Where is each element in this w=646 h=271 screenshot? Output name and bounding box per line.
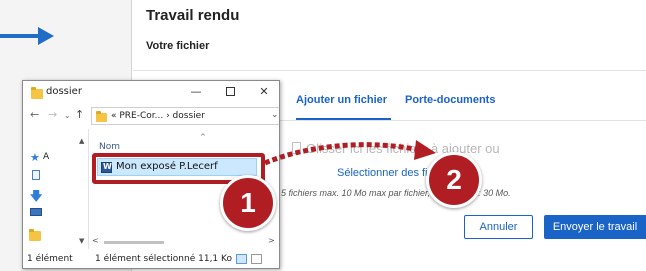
maximize-button[interactable] <box>215 83 245 101</box>
arrow-right-icon <box>0 27 54 45</box>
details-view-icon[interactable] <box>236 254 247 264</box>
step-1-badge: 1 <box>220 175 276 231</box>
large-icons-view-icon[interactable] <box>251 254 262 264</box>
scroll-thumb[interactable] <box>104 241 164 244</box>
back-arrow-icon[interactable]: ← <box>30 108 39 121</box>
horizontal-scrollbar[interactable]: < > <box>90 236 279 248</box>
folder-icon <box>31 87 43 99</box>
close-button[interactable]: ✕ <box>249 83 279 101</box>
document-icon <box>292 142 301 154</box>
quick-access-label[interactable]: A <box>43 152 49 162</box>
star-icon[interactable]: ★ <box>30 151 40 164</box>
name-column-header[interactable]: Nom <box>99 142 120 152</box>
download-arrow-icon[interactable]: 🡇 <box>30 187 42 208</box>
scroll-up-icon[interactable]: ▲ <box>79 137 84 145</box>
divider <box>133 70 646 71</box>
forward-arrow-icon[interactable]: → <box>48 108 57 121</box>
up-arrow-icon[interactable]: ↑ <box>75 108 84 121</box>
page-title: Travail rendu <box>146 7 240 24</box>
tab-document-folder[interactable]: Porte-documents <box>405 94 495 106</box>
drop-zone-text[interactable]: Glisser ici les fichiers à ajouter ou <box>292 141 500 156</box>
status-bar: 1 élément 1 élément sélectionné 11,1 Ko <box>23 251 279 268</box>
step-2-badge: 2 <box>426 152 482 208</box>
maximize-icon <box>225 87 235 96</box>
section-title: Votre fichier <box>146 40 210 52</box>
scroll-right-icon[interactable]: > <box>268 236 275 245</box>
address-path: « PRE-Cor... › dossier <box>111 111 205 121</box>
explorer-nav-bar: ← → ⌄ ↑ « PRE-Cor... › dossier ⌄ <box>23 105 279 127</box>
explorer-title-bar[interactable]: dossier — ✕ <box>23 81 279 103</box>
submit-work-button[interactable]: Envoyer le travail <box>544 215 646 239</box>
sort-chevron-icon: ^ <box>200 133 206 141</box>
minimize-button[interactable]: — <box>181 83 211 101</box>
folder-icon[interactable] <box>29 229 41 241</box>
chevron-down-icon[interactable]: ⌄ <box>271 110 279 120</box>
documents-icon[interactable] <box>32 170 40 180</box>
computer-icon[interactable] <box>30 208 42 216</box>
recent-locations-chevron-icon[interactable]: ⌄ <box>64 111 71 120</box>
scroll-down-icon[interactable]: ▼ <box>79 237 84 245</box>
navigation-pane: ▲ ★ A 🡇 ▼ <box>23 129 89 249</box>
address-bar[interactable]: « PRE-Cor... › dossier ⌄ <box>91 107 279 125</box>
tabs-divider <box>280 120 646 121</box>
item-count: 1 élément <box>27 254 73 264</box>
folder-icon <box>96 111 107 122</box>
tab-add-file[interactable]: Ajouter un fichier <box>296 94 387 106</box>
scroll-left-icon[interactable]: < <box>92 236 99 245</box>
selection-info: 1 élément sélectionné 11,1 Ko <box>95 254 232 264</box>
cancel-button[interactable]: Annuler <box>464 215 533 239</box>
drop-zone-label: Glisser ici les fichiers à ajouter ou <box>306 141 500 156</box>
explorer-title: dossier <box>46 86 82 97</box>
